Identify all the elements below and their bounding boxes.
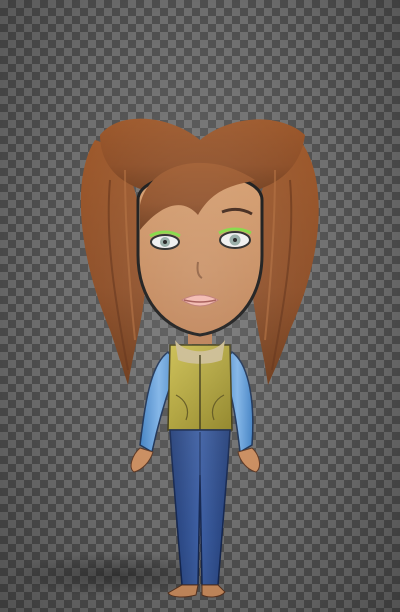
avatar-figure bbox=[10, 118, 319, 598]
transparency-checkerboard-background bbox=[0, 0, 400, 612]
vest bbox=[167, 340, 233, 431]
